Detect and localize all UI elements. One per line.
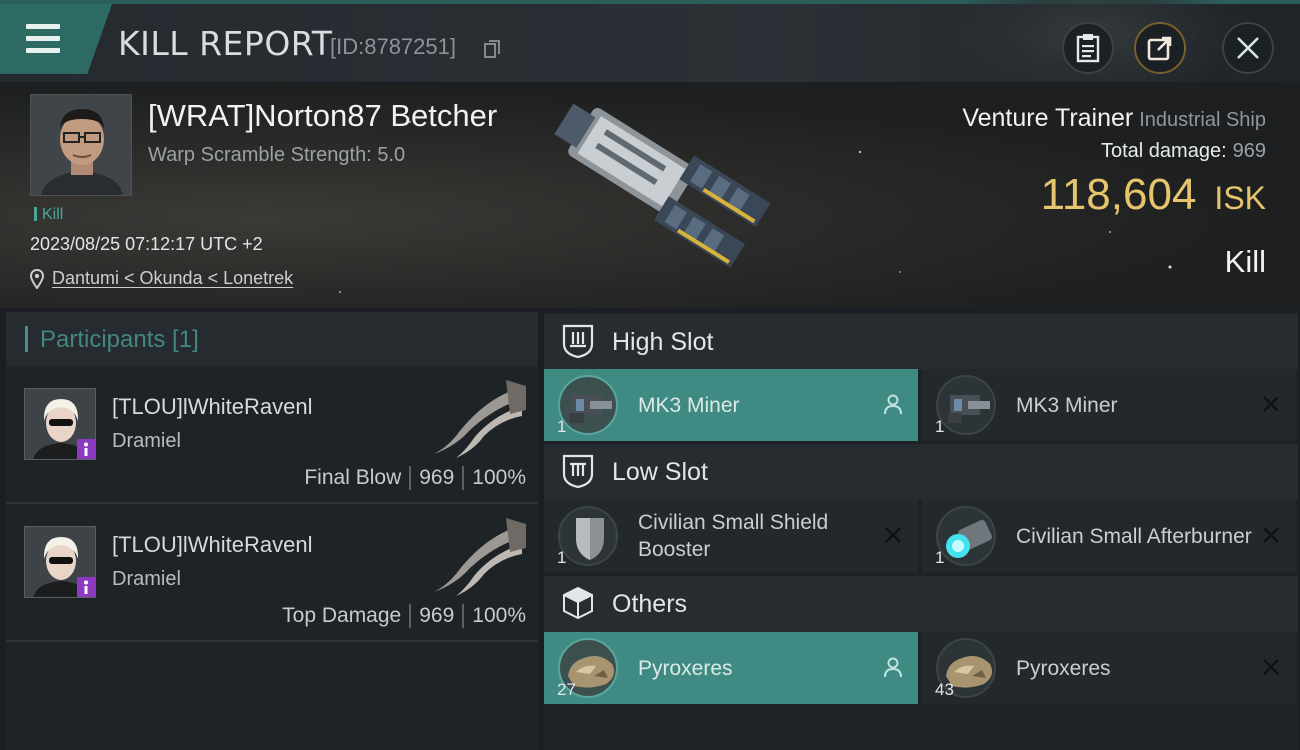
location-pin-icon (30, 268, 44, 289)
x-icon (885, 527, 901, 543)
item-name: Civilian Small Afterburner (1016, 524, 1252, 548)
kill-tag: Kill (34, 206, 63, 224)
item-name: MK3 Miner (638, 393, 740, 417)
share-icon (1147, 36, 1172, 61)
participant-stats: Top Damage 969 100% (282, 604, 526, 628)
person-icon (884, 657, 902, 678)
participant-name[interactable]: [TLOU]lWhiteRavenl (112, 532, 313, 558)
participants-header: Participants [1] (6, 312, 538, 366)
participant-ship: Dramiel (112, 568, 181, 590)
afterburner-icon (936, 506, 996, 566)
high-slot-icon (562, 324, 594, 358)
ship-type-name: Venture Trainer (962, 104, 1134, 132)
participants-label: Participants [1] (40, 326, 199, 353)
x-icon (1263, 659, 1279, 675)
slot-item[interactable]: 1 Civilian Small Afterburner (922, 500, 1296, 572)
window-title: KILL REPORT (118, 24, 333, 63)
x-icon (1263, 527, 1279, 543)
participant-ship: Dramiel (112, 430, 181, 452)
others-section: Others (544, 576, 1298, 632)
kill-summary-header: [WRAT]Norton87 Betcher Warp Scramble Str… (0, 82, 1300, 308)
title-bar: KILL REPORT [ID:8787251] (0, 0, 1300, 104)
participant-role: Final Blow (304, 466, 402, 489)
item-quantity: 43 (935, 680, 954, 699)
participant-row[interactable]: [TLOU]lWhiteRavenl Dramiel Final Blow 96… (6, 368, 538, 504)
item-quantity: 1 (935, 417, 945, 436)
shield-booster-icon (558, 506, 618, 566)
item-name: Civilian Small Shield Booster (638, 511, 829, 561)
kill-result: Kill (1224, 244, 1266, 279)
item-quantity: 1 (557, 417, 567, 436)
item-quantity: 27 (557, 680, 576, 699)
copy-icon[interactable] (484, 40, 500, 58)
victim-name[interactable]: [WRAT]Norton87 Betcher (148, 98, 497, 134)
low-slot-label: Low Slot (612, 458, 708, 486)
item-name: MK3 Miner (1016, 393, 1118, 417)
participant-name[interactable]: [TLOU]lWhiteRavenl (112, 394, 313, 420)
participant-badge (77, 577, 95, 597)
isk-amount: 118,604 (1040, 170, 1197, 219)
ship-name[interactable]: Venture Trainer Industrial Ship (962, 104, 1266, 133)
participant-ship-image[interactable] (426, 376, 530, 460)
participants-panel: Participants [1] [TLOU]lWhiteRavenl Dram… (6, 312, 538, 750)
slot-item[interactable]: 1 MK3 Miner (922, 369, 1296, 441)
victim-avatar[interactable] (30, 94, 132, 196)
item-quantity: 1 (935, 548, 945, 567)
participant-stats: Final Blow 969 100% (304, 466, 526, 490)
close-button[interactable] (1222, 22, 1274, 74)
kill-location[interactable]: Dantumi < Okunda < Lonetrek (30, 268, 293, 289)
mining-laser-icon (936, 375, 996, 435)
share-button[interactable] (1134, 22, 1186, 74)
item-name: Pyroxeres (638, 656, 733, 680)
high-slot-section: High Slot (544, 314, 1298, 370)
mining-laser-icon (558, 375, 618, 435)
total-damage: Total damage: 969 (1101, 140, 1266, 163)
clipboard-icon (1076, 34, 1100, 63)
menu-button[interactable] (0, 4, 112, 74)
isk-unit: ISK (1214, 180, 1266, 216)
warp-scramble-strength: Warp Scramble Strength: 5.0 (148, 144, 406, 166)
slot-item[interactable]: 27 Pyroxeres (544, 632, 918, 704)
total-damage-value: 969 (1232, 140, 1266, 162)
slot-item[interactable]: 1 MK3 Miner (544, 369, 918, 441)
ship-render-image[interactable] (520, 90, 790, 290)
participant-row[interactable]: [TLOU]lWhiteRavenl Dramiel Top Damage 96… (6, 506, 538, 642)
high-slot-label: High Slot (612, 328, 714, 356)
participant-avatar[interactable] (24, 388, 96, 460)
slot-item[interactable]: 1 Civilian Small Shield Booster (544, 500, 918, 572)
low-slot-icon (562, 454, 594, 488)
isk-value: 118,604 ISK (1041, 170, 1266, 220)
report-id: [ID:8787251] (330, 34, 456, 59)
low-slot-section: Low Slot (544, 444, 1298, 500)
cargo-box-icon (563, 586, 593, 620)
person-icon (884, 394, 902, 415)
participant-percent: 100% (472, 604, 526, 627)
close-icon (1237, 37, 1259, 59)
participant-avatar[interactable] (24, 526, 96, 598)
slot-item[interactable]: 43 Pyroxeres (922, 632, 1296, 704)
others-label: Others (612, 590, 688, 618)
participant-badge (77, 439, 95, 459)
ship-class: Industrial Ship (1139, 109, 1266, 131)
participant-percent: 100% (472, 466, 526, 489)
x-icon (1263, 396, 1279, 412)
participant-damage: 969 (419, 604, 455, 627)
clipboard-button[interactable] (1062, 22, 1114, 74)
location-link[interactable]: Dantumi < Okunda < Lonetrek (52, 268, 293, 289)
fitting-panel: High Slot 1 MK3 Miner 1 MK3 Miner Low Sl… (544, 312, 1298, 750)
item-name: Pyroxeres (1016, 656, 1111, 680)
participant-ship-image[interactable] (426, 514, 530, 598)
participant-damage: 969 (419, 466, 455, 489)
total-damage-label: Total damage: (1100, 140, 1227, 162)
participant-role: Top Damage (282, 604, 402, 627)
item-quantity: 1 (557, 548, 567, 567)
kill-datetime: 2023/08/25 07:12:17 UTC +2 (30, 234, 263, 254)
